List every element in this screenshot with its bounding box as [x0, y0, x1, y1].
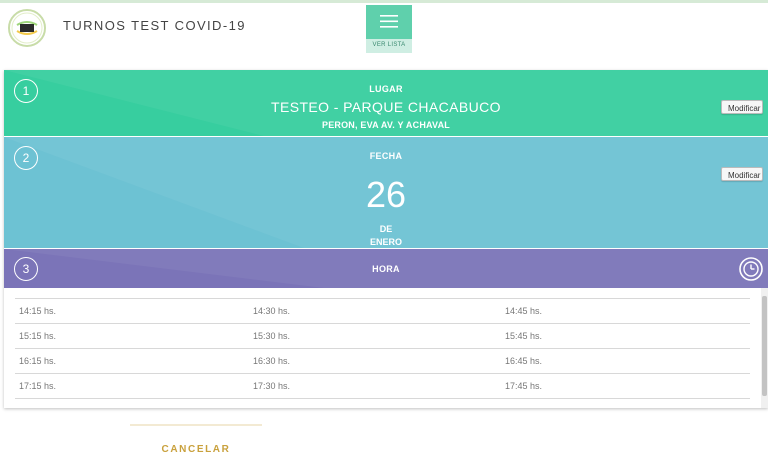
- time-slot[interactable]: 16:30 hs.: [253, 356, 290, 366]
- selected-month: ENERO: [369, 237, 402, 247]
- fecha-label: FECHA: [369, 151, 403, 161]
- table-row: 15:15 hs. 15:30 hs. 15:45 hs.: [15, 323, 750, 348]
- table-row: 17:15 hs. 17:30 hs. 17:45 hs.: [15, 373, 750, 399]
- place-address: PERON, EVA AV. Y ACHAVAL: [322, 120, 450, 130]
- hora-section: 3 HORA: [4, 249, 768, 288]
- table-row: 16:15 hs. 16:30 hs. 16:45 hs.: [15, 348, 750, 373]
- ver-lista-label: VER LISTA: [372, 42, 406, 48]
- time-slot-list: 14:15 hs. 14:30 hs. 14:45 hs. 15:15 hs. …: [15, 298, 750, 399]
- gestor-de-turnos-logo: [8, 9, 46, 47]
- hora-label: HORA: [372, 264, 400, 274]
- time-slot[interactable]: 15:15 hs.: [19, 331, 56, 341]
- date-connector: DE: [379, 224, 393, 234]
- app-title: TURNOS TEST COVID-19: [63, 18, 246, 33]
- time-slot[interactable]: 14:30 hs.: [253, 306, 290, 316]
- top-accent-line: [0, 0, 768, 3]
- cancel-button[interactable]: CANCELAR: [130, 444, 262, 455]
- hamburger-icon: [380, 15, 398, 28]
- time-slot[interactable]: 15:30 hs.: [253, 331, 290, 341]
- booking-card: 1 LUGAR TESTEO - PARQUE CHACABUCO PERON,…: [4, 70, 768, 408]
- scrollbar-thumb[interactable]: [762, 296, 767, 396]
- time-slot[interactable]: 17:45 hs.: [505, 381, 542, 391]
- time-slot[interactable]: 14:45 hs.: [505, 306, 542, 316]
- clock-icon[interactable]: [738, 256, 764, 282]
- time-slot[interactable]: 14:15 hs.: [19, 306, 56, 316]
- cancel-divider: [130, 424, 262, 426]
- ver-lista-button[interactable]: VER LISTA: [366, 5, 412, 53]
- fecha-section: 2 FECHA 26 DE ENERO Modificar: [4, 137, 768, 248]
- place-name: TESTEO - PARQUE CHACABUCO: [271, 99, 501, 115]
- time-slot[interactable]: 16:15 hs.: [19, 356, 56, 366]
- lugar-section: 1 LUGAR TESTEO - PARQUE CHACABUCO PERON,…: [4, 70, 768, 136]
- time-slot[interactable]: 16:45 hs.: [505, 356, 542, 366]
- time-slot[interactable]: 17:30 hs.: [253, 381, 290, 391]
- time-slot[interactable]: 17:15 hs.: [19, 381, 56, 391]
- modify-fecha-button[interactable]: Modificar: [721, 167, 763, 181]
- time-list-scrollbar[interactable]: [761, 288, 768, 408]
- table-row: 14:15 hs. 14:30 hs. 14:45 hs.: [15, 298, 750, 323]
- selected-day: 26: [365, 174, 407, 215]
- time-slot[interactable]: 15:45 hs.: [505, 331, 542, 341]
- modify-lugar-button[interactable]: Modificar: [721, 100, 763, 114]
- lugar-label: LUGAR: [369, 84, 403, 94]
